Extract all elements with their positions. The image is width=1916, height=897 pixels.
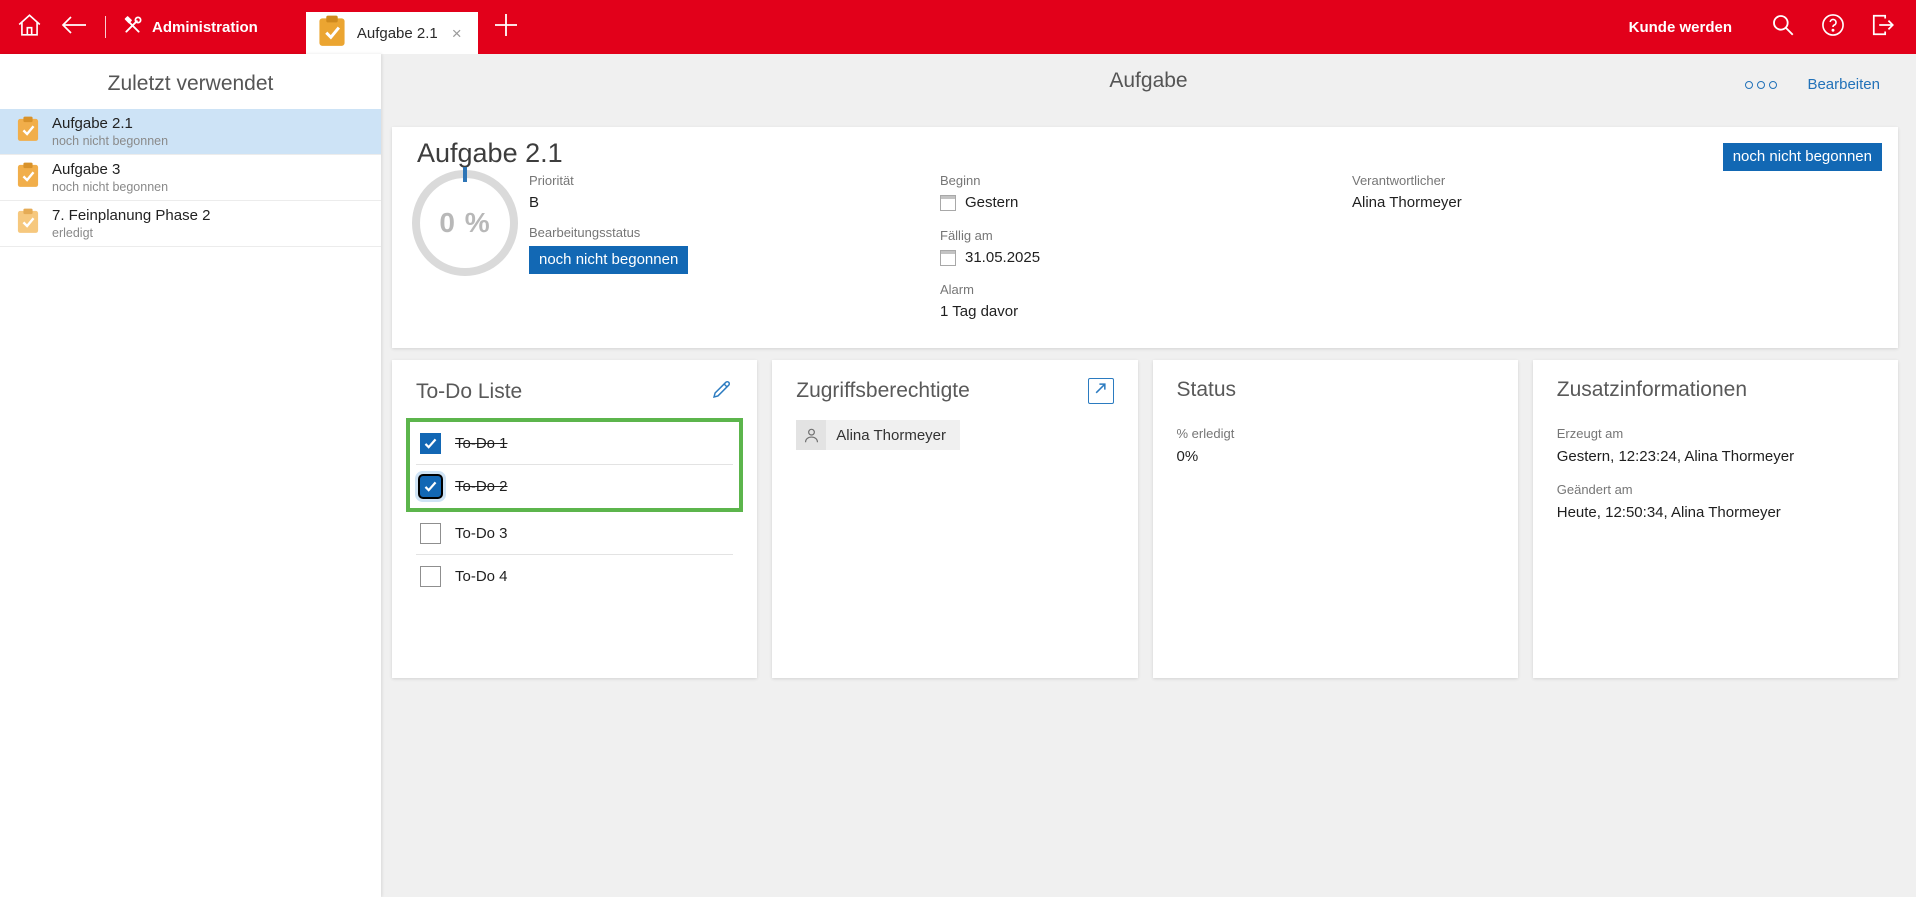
home-icon [16, 12, 43, 43]
todo-checkbox-4[interactable] [420, 566, 441, 587]
modified-at-value: Heute, 12:50:34, Alina Thormeyer [1557, 504, 1874, 521]
access-rights-card: Zugriffsberechtigte Alina Thormeyer [772, 360, 1137, 678]
percent-done-value: 0% [1177, 448, 1494, 465]
todo-label: To-Do 2 [455, 478, 508, 495]
begin-value: Gestern [965, 194, 1018, 211]
back-button[interactable] [59, 13, 89, 42]
sidebar-title: Zuletzt verwendet [0, 54, 381, 109]
open-access-list-button[interactable] [1088, 378, 1114, 404]
clipboard-icon [17, 208, 39, 239]
tab-title: Aufgabe 2.1 [357, 25, 438, 42]
progress-percent: 0 % [439, 207, 490, 239]
todo-checkbox-2[interactable] [420, 476, 441, 497]
todo-label: To-Do 4 [455, 568, 508, 585]
more-actions-button[interactable] [1745, 81, 1777, 89]
module-label: Administration [152, 19, 258, 36]
processing-status-label: Bearbeitungsstatus [529, 225, 688, 240]
responsible-value: Alina Thormeyer [1352, 194, 1462, 211]
percent-done-label: % erledigt [1177, 426, 1494, 441]
modified-at-label: Geändert am [1557, 482, 1874, 497]
status-badge: noch nicht begonnen [1723, 143, 1882, 171]
main-area: Aufgabe Bearbeiten Aufgabe 2.1 0 % Prior… [381, 54, 1916, 897]
sidebar-item-aufgabe-2-1[interactable]: Aufgabe 2.1 noch nicht begonnen [0, 109, 381, 155]
person-icon [796, 420, 826, 450]
logout-icon [1870, 12, 1896, 43]
search-icon [1770, 12, 1796, 43]
alarm-label: Alarm [940, 282, 1018, 297]
todo-checkbox-3[interactable] [420, 523, 441, 544]
tab-close-icon[interactable]: × [449, 23, 465, 44]
due-label: Fällig am [940, 228, 1040, 243]
info-card-title: Zusatzinformationen [1557, 378, 1747, 402]
sidebar-item-feinplanung-phase-2[interactable]: 7. Feinplanung Phase 2 erledigt [0, 201, 381, 247]
clipboard-icon [17, 162, 39, 193]
todo-item-3: To-Do 3 [416, 512, 733, 555]
tools-icon [122, 15, 143, 40]
priority-value: B [529, 194, 574, 211]
external-link-icon [1094, 382, 1107, 400]
responsible-label: Verantwortlicher [1352, 173, 1462, 188]
tab-aufgabe-2-1[interactable]: Aufgabe 2.1 × [306, 12, 478, 54]
priority-label: Priorität [529, 173, 574, 188]
todo-item-1: To-Do 1 [416, 422, 733, 465]
progress-ring: 0 % [412, 170, 518, 276]
pencil-icon [710, 378, 733, 406]
todo-card-title: To-Do Liste [416, 380, 522, 404]
home-button[interactable] [16, 12, 43, 43]
new-tab-button[interactable] [492, 11, 520, 44]
calendar-icon [940, 250, 956, 266]
task-summary-card: Aufgabe 2.1 0 % Priorität B Bearbeitungs… [392, 127, 1898, 348]
begin-label: Beginn [940, 173, 1018, 188]
item-status: noch nicht begonnen [52, 134, 168, 148]
todo-highlight-box: To-Do 1 To-Do 2 [406, 418, 743, 512]
plus-icon [492, 11, 520, 44]
task-title: Aufgabe 2.1 [417, 138, 563, 169]
processing-status-badge: noch nicht begonnen [529, 246, 688, 274]
top-bar: Administration Aufgabe 2.1 × Kunde werde… [0, 0, 1916, 54]
help-icon [1820, 12, 1846, 43]
status-card-title: Status [1177, 378, 1237, 402]
member-chip[interactable]: Alina Thormeyer [796, 420, 960, 450]
todo-item-2: To-Do 2 [416, 465, 733, 508]
kunde-werden-button[interactable]: Kunde werden [1629, 19, 1732, 36]
recently-used-sidebar: Zuletzt verwendet Aufgabe 2.1 noch nicht… [0, 54, 381, 897]
todo-list-card: To-Do Liste To-D [392, 360, 757, 678]
item-title: Aufgabe 2.1 [52, 115, 168, 132]
search-button[interactable] [1770, 12, 1796, 43]
created-at-label: Erzeugt am [1557, 426, 1874, 441]
help-button[interactable] [1820, 12, 1846, 43]
progress-ring-tick [463, 167, 467, 182]
item-status: erledigt [52, 226, 210, 240]
additional-info-card: Zusatzinformationen Erzeugt am Gestern, … [1533, 360, 1898, 678]
alarm-value: 1 Tag davor [940, 303, 1018, 320]
clipboard-icon [318, 15, 346, 51]
module-button-administration[interactable]: Administration [122, 15, 258, 40]
back-arrow-icon [59, 13, 89, 42]
todo-label: To-Do 1 [455, 435, 508, 452]
edit-button[interactable]: Bearbeiten [1807, 76, 1880, 93]
member-name: Alina Thormeyer [826, 427, 960, 444]
todo-item-4: To-Do 4 [416, 555, 733, 598]
todo-label: To-Do 3 [455, 525, 508, 542]
clipboard-icon [17, 116, 39, 147]
todo-checkbox-1[interactable] [420, 433, 441, 454]
page-title: Aufgabe [381, 69, 1916, 93]
topbar-divider [105, 16, 106, 38]
item-title: 7. Feinplanung Phase 2 [52, 207, 210, 224]
item-status: noch nicht begonnen [52, 180, 168, 194]
sidebar-item-aufgabe-3[interactable]: Aufgabe 3 noch nicht begonnen [0, 155, 381, 201]
logout-button[interactable] [1870, 12, 1896, 43]
item-title: Aufgabe 3 [52, 161, 168, 178]
calendar-icon [940, 195, 956, 211]
due-value: 31.05.2025 [965, 249, 1040, 266]
access-card-title: Zugriffsberechtigte [796, 379, 970, 403]
edit-todo-button[interactable] [710, 378, 733, 406]
status-card: Status % erledigt 0% [1153, 360, 1518, 678]
created-at-value: Gestern, 12:23:24, Alina Thormeyer [1557, 448, 1874, 465]
